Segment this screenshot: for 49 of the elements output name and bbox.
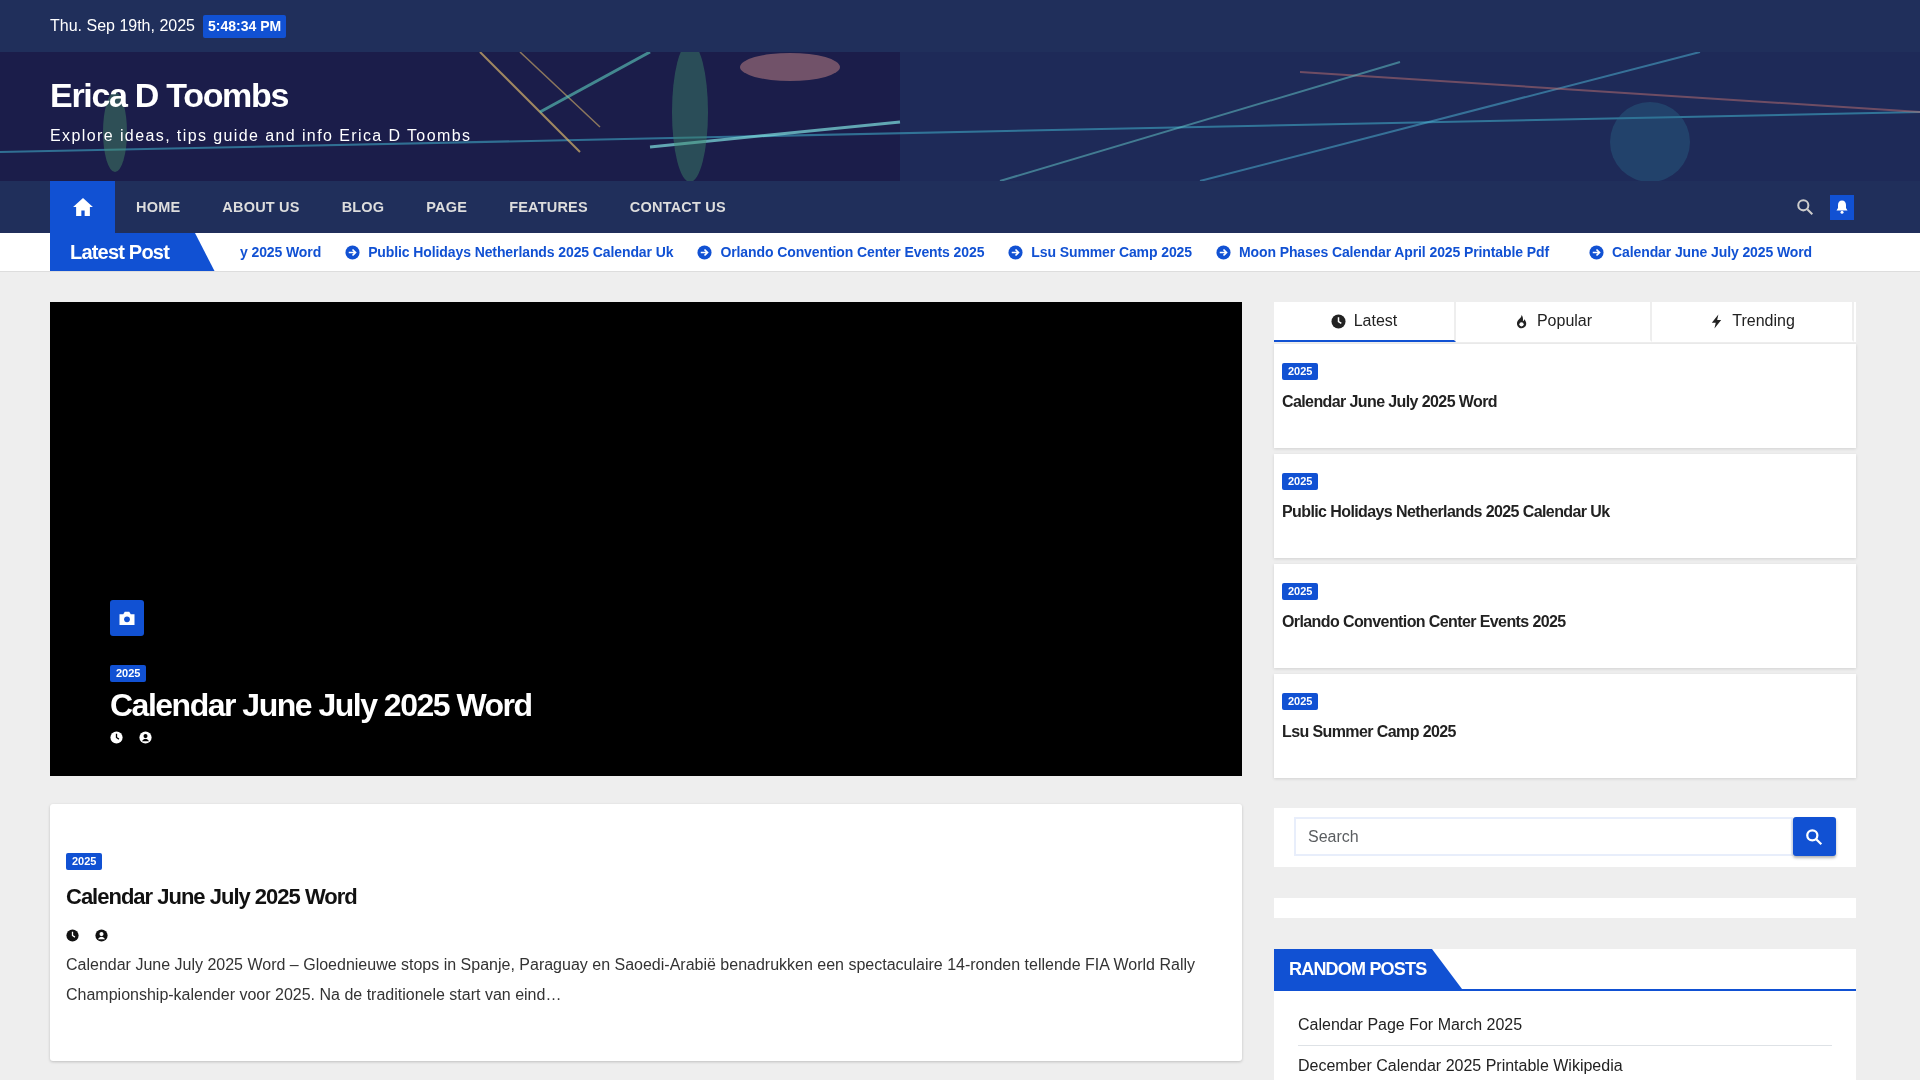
clock-icon (66, 929, 79, 942)
nav-link[interactable]: FEATURES (488, 181, 609, 233)
search-icon (1805, 827, 1824, 846)
ticker-link[interactable]: Calendar June July 2025 Word (1612, 242, 1813, 263)
user-icon (95, 929, 108, 942)
clock-icon (110, 731, 123, 744)
category-tag[interactable]: 2025 (1282, 363, 1319, 380)
nav-link[interactable]: ABOUT US (201, 181, 321, 233)
tab[interactable]: Latest (1274, 302, 1456, 342)
search-button[interactable] (1792, 817, 1836, 856)
post-link[interactable]: Calendar Page For March 2025 (1298, 1016, 1523, 1033)
site-tagline: Explore ideas, tips guide and info Erica D Toombs (50, 126, 472, 146)
bell-icon (1834, 199, 1850, 215)
ticker-link[interactable]: Public Holidays Netherlands 2025 Calendar Uk (368, 242, 674, 263)
search-button[interactable] (1796, 198, 1814, 216)
time-badge: 5:48:34 PM (203, 14, 287, 38)
post-title[interactable]: Public Holidays Netherlands 2025 Calendar Uk (1282, 500, 1848, 524)
post-title[interactable]: Lsu Summer Camp 2025 (1282, 720, 1848, 744)
post-title[interactable]: Orlando Convention Center Events 2025 (1282, 610, 1848, 634)
home-button[interactable] (50, 181, 115, 233)
nav-link[interactable]: BLOG (320, 181, 406, 233)
category-tag[interactable]: 2025 (66, 853, 103, 870)
user-icon (139, 731, 152, 744)
category-tag[interactable]: 2025 (1282, 693, 1319, 710)
clock-icon (1330, 313, 1346, 329)
hero-title[interactable]: Calendar June July 2025 Word (110, 687, 1182, 723)
post-link[interactable]: December Calendar 2025 Printable Wikipedia (1298, 1057, 1623, 1074)
nav-link[interactable]: HOME (115, 181, 202, 233)
nav-link[interactable]: PAGE (405, 181, 489, 233)
post-excerpt: Calendar June July 2025 Word – Gloednieuwe stops in Spanje, Paraguay en Saoedi-Arabië benadrukken een spectaculaire 14-ronden tellende FIA World Rally Championship-kalender voor 2025. Na de traditionele start van eind… (66, 955, 1196, 1005)
camera-button[interactable] (110, 599, 144, 636)
nav-link[interactable]: CONTACT US (608, 181, 747, 233)
category-tag[interactable]: 2025 (1282, 473, 1319, 490)
post-title[interactable]: Calendar June July 2025 Word (66, 880, 1226, 913)
home-icon (71, 196, 94, 218)
ticker-link[interactable]: Orlando Convention Center Events 2025 (720, 242, 985, 263)
ticker-link[interactable]: Lsu Summer Camp 2025 (1031, 242, 1192, 263)
post-title[interactable]: Calendar June July 2025 Word (1282, 390, 1848, 414)
category-tag[interactable]: 2025 (1282, 583, 1319, 600)
category-tag[interactable]: 2025 (110, 664, 147, 682)
site-title[interactable]: Erica D Toombs (50, 78, 289, 112)
notification-button[interactable] (1830, 194, 1854, 220)
ticker-label: Latest Post (50, 233, 216, 271)
search-icon (1796, 198, 1814, 216)
ticker-link[interactable]: Moon Phases Calendar April 2025 Printable Pdf (1238, 242, 1550, 263)
ticker-link[interactable]: y 2025 Word (240, 242, 322, 263)
widget-title: RANDOM POSTS (1274, 949, 1462, 989)
search-field[interactable]: Search (1294, 817, 1793, 856)
date-text: Thu. Sep 19th, 2025 (50, 16, 195, 36)
